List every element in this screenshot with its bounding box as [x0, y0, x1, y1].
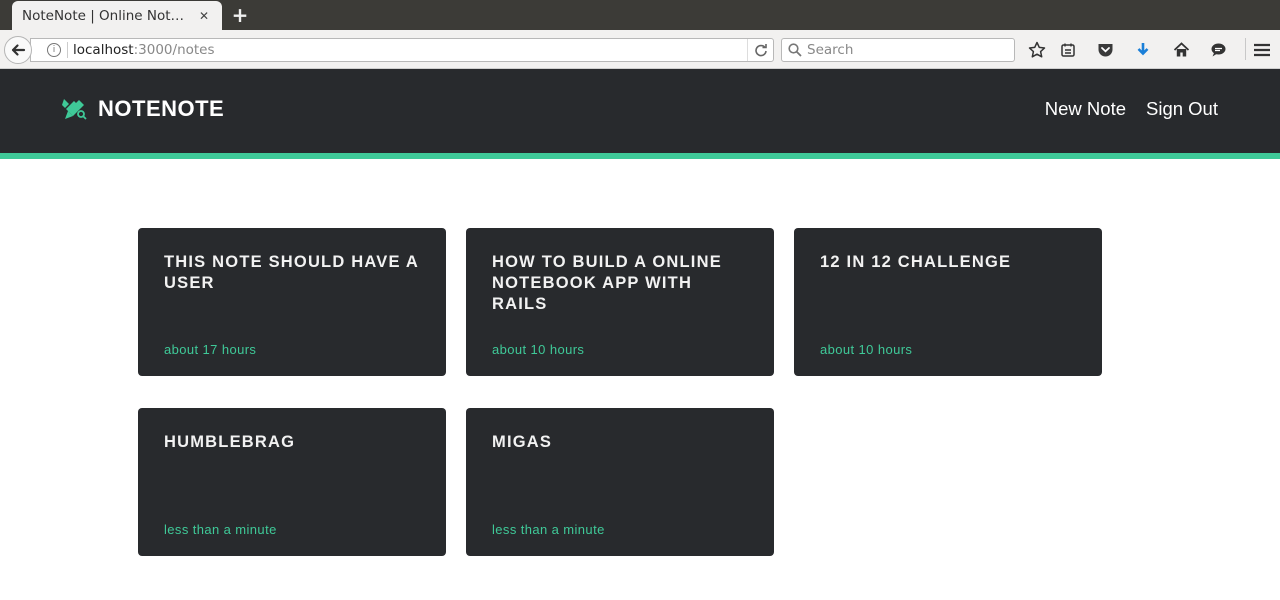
pocket-icon[interactable]: [1095, 40, 1115, 60]
toolbar-divider: [1245, 38, 1246, 60]
note-timestamp: about 10 hours: [820, 342, 913, 357]
download-icon[interactable]: [1133, 40, 1153, 60]
search-icon: [788, 43, 802, 57]
note-title: HUMBLEBRAG: [164, 433, 296, 451]
back-arrow-icon: [11, 44, 26, 56]
browser-tab[interactable]: NoteNote | Online Not… ✕: [12, 1, 222, 30]
note-timestamp: less than a minute: [492, 522, 605, 537]
back-button[interactable]: [4, 36, 32, 64]
url-text[interactable]: localhost:3000/notes: [73, 42, 747, 58]
brand-name: NOTENOTE: [98, 96, 225, 121]
bookmark-star-icon[interactable]: [1027, 40, 1047, 60]
reading-list-icon[interactable]: [1058, 40, 1078, 60]
notes-grid: THIS NOTE SHOULD HAVE A USER about 17 ho…: [138, 228, 1104, 556]
note-title: HOW TO BUILD A ONLINE NOTEBOOK APP WITH …: [492, 253, 722, 313]
note-card[interactable]: HUMBLEBRAG less than a minute: [138, 408, 446, 556]
note-timestamp: about 10 hours: [492, 342, 585, 357]
note-card[interactable]: HOW TO BUILD A ONLINE NOTEBOOK APP WITH …: [466, 228, 774, 376]
search-placeholder: Search: [807, 42, 854, 58]
new-note-link[interactable]: New Note: [1045, 98, 1126, 120]
pencil-ruler-logo-icon: [62, 99, 87, 120]
new-tab-icon[interactable]: +: [230, 4, 250, 26]
info-icon[interactable]: i: [47, 43, 61, 57]
url-path: :3000/notes: [133, 42, 215, 58]
note-card[interactable]: THIS NOTE SHOULD HAVE A USER about 17 ho…: [138, 228, 446, 376]
note-title: MIGAS: [492, 433, 553, 451]
tab-title: NoteNote | Online Not…: [22, 7, 185, 24]
close-icon[interactable]: ✕: [196, 8, 212, 24]
chat-icon[interactable]: [1208, 40, 1228, 60]
url-bar[interactable]: i localhost:3000/notes: [30, 38, 774, 62]
note-timestamp: less than a minute: [164, 522, 277, 537]
browser-tabstrip: NoteNote | Online Not… ✕ +: [0, 0, 1280, 30]
search-input[interactable]: Search: [781, 38, 1015, 62]
note-card[interactable]: MIGAS less than a minute: [466, 408, 774, 556]
browser-toolbar: i localhost:3000/notes Search: [0, 30, 1280, 69]
sign-out-link[interactable]: Sign Out: [1146, 98, 1218, 120]
note-title: 12 IN 12 CHALLENGE: [820, 253, 1012, 271]
note-timestamp: about 17 hours: [164, 342, 257, 357]
note-title: THIS NOTE SHOULD HAVE A USER: [164, 253, 419, 292]
nav-links: New Note Sign Out: [1045, 98, 1218, 120]
brand-logo-link[interactable]: NOTENOTE: [62, 96, 224, 122]
note-card[interactable]: 12 IN 12 CHALLENGE about 10 hours: [794, 228, 1102, 376]
url-divider: [67, 42, 68, 58]
accent-bar: [0, 153, 1280, 159]
app-navbar: NOTENOTE New Note Sign Out: [0, 69, 1280, 153]
url-host: localhost: [73, 42, 134, 58]
reload-icon[interactable]: [747, 39, 773, 61]
menu-icon[interactable]: [1252, 40, 1272, 60]
home-icon[interactable]: [1171, 40, 1191, 60]
